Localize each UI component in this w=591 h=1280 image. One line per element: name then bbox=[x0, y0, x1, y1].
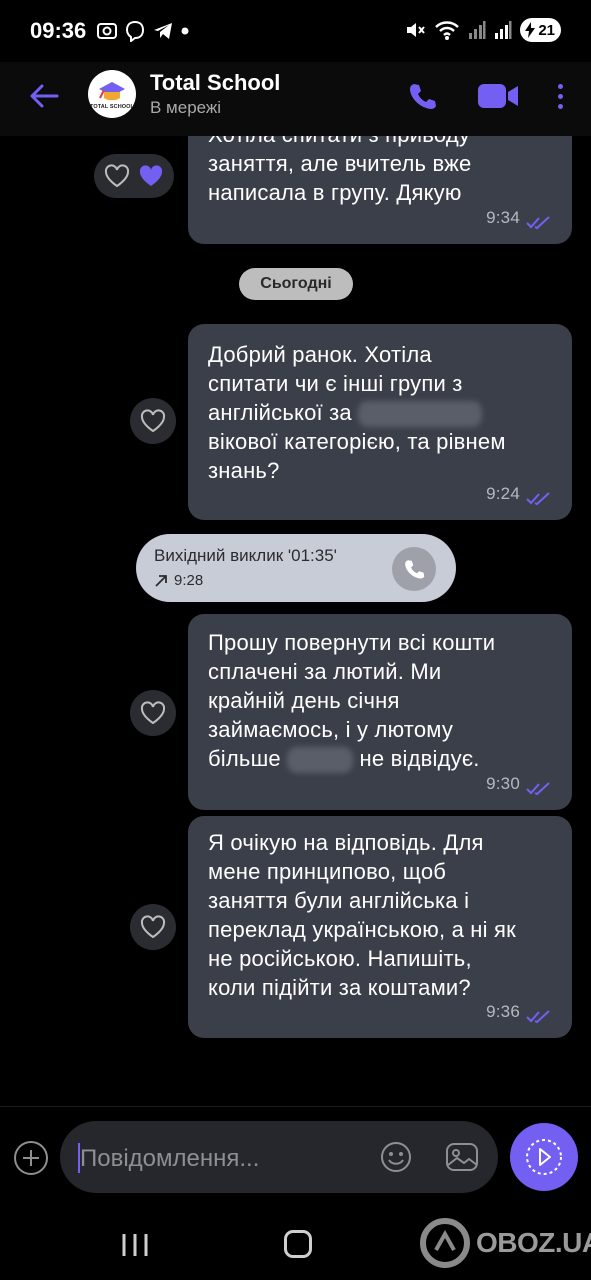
date-separator: Сьогодні bbox=[239, 268, 353, 300]
avatar-text: TOTAL SCHOOL bbox=[90, 103, 134, 110]
viber-icon bbox=[125, 20, 145, 42]
read-ticks-icon bbox=[526, 492, 550, 506]
video-camera-icon bbox=[478, 84, 518, 108]
message-time: 9:36 bbox=[486, 1002, 520, 1021]
heart-outline-icon[interactable] bbox=[104, 164, 130, 188]
school-logo-icon bbox=[99, 81, 125, 100]
contact-status: В мережі bbox=[150, 98, 222, 117]
dot-icon bbox=[557, 83, 563, 89]
home-button[interactable] bbox=[284, 1230, 312, 1258]
status-bar: 09:36 21 bbox=[0, 0, 591, 62]
message-placeholder: Повідомлення... bbox=[80, 1145, 260, 1172]
avatar[interactable]: TOTAL SCHOOL bbox=[88, 70, 136, 118]
message-time: 9:34 bbox=[486, 208, 520, 227]
watermark-mark-icon bbox=[434, 1230, 456, 1251]
dot-icon bbox=[181, 27, 189, 35]
watermark-logo-icon bbox=[420, 1218, 470, 1268]
message-text: Прошу повернути всі кошти сплачені за лю… bbox=[208, 628, 554, 774]
call-log-card[interactable]: Вихідний виклик '01:35' 9:28 bbox=[136, 534, 456, 602]
chat-history[interactable]: Хотіла спитати з приводу заняття, але вч… bbox=[0, 136, 591, 1106]
image-icon bbox=[446, 1143, 478, 1171]
contact-name[interactable]: Total School bbox=[150, 70, 280, 96]
heart-outline-icon bbox=[140, 915, 166, 939]
battery-indicator: 21 bbox=[520, 18, 561, 42]
dot-icon bbox=[557, 93, 563, 99]
status-time: 09:36 bbox=[30, 18, 87, 43]
heart-outline-icon bbox=[140, 701, 166, 725]
dot-icon bbox=[557, 103, 563, 109]
read-ticks-icon bbox=[526, 216, 550, 230]
redacted-text bbox=[358, 401, 483, 428]
message-time: 9:30 bbox=[486, 774, 520, 793]
call-title: Вихідний виклик '01:35' bbox=[154, 546, 337, 565]
smiley-icon bbox=[381, 1142, 411, 1172]
message-time: 9:24 bbox=[486, 484, 520, 503]
redacted-text bbox=[287, 747, 354, 774]
wifi-icon bbox=[435, 21, 460, 40]
read-ticks-icon bbox=[526, 782, 550, 796]
call-time: 9:28 bbox=[174, 572, 204, 589]
message-bubble[interactable]: Добрий ранок. Хотіла спитати чи є інші г… bbox=[188, 324, 572, 520]
phone-icon bbox=[410, 84, 436, 109]
system-navigation-bar: OBOZ.UA bbox=[0, 1214, 591, 1280]
phone-icon bbox=[405, 560, 425, 579]
send-icon bbox=[526, 1139, 562, 1175]
call-back-button[interactable] bbox=[392, 547, 436, 591]
like-button[interactable] bbox=[130, 690, 176, 736]
like-button[interactable] bbox=[130, 904, 176, 950]
message-bubble[interactable]: Хотіла спитати з приводу заняття, але вч… bbox=[188, 136, 572, 244]
watermark-text: OBOZ.UA bbox=[476, 1227, 591, 1258]
read-ticks-icon bbox=[526, 1010, 550, 1024]
gallery-button[interactable] bbox=[444, 1139, 480, 1175]
system-icons: 21 bbox=[404, 18, 561, 42]
heart-outline-icon bbox=[140, 409, 166, 433]
watermark: OBOZ.UA bbox=[420, 1218, 591, 1268]
message-text: Хотіла спитати з приводу заняття, але вч… bbox=[208, 136, 472, 205]
call-button[interactable] bbox=[402, 76, 442, 116]
emoji-button[interactable] bbox=[378, 1139, 414, 1175]
composer-bar: Повідомлення... bbox=[0, 1106, 591, 1214]
message-text: Я очікую на відповідь. Для мене принципо… bbox=[208, 830, 516, 1000]
outgoing-arrow-icon bbox=[155, 574, 167, 587]
message-text-part: вікової категорією, та рівнем знань? bbox=[208, 429, 506, 484]
more-options-button[interactable] bbox=[548, 76, 572, 116]
chat-header: TOTAL SCHOOL Total School В мережі bbox=[0, 62, 591, 136]
heart-filled-icon[interactable] bbox=[138, 164, 164, 188]
notification-icons bbox=[96, 20, 190, 42]
mute-icon bbox=[407, 23, 426, 37]
call-meta: 9:28 bbox=[154, 572, 203, 589]
signal-icon-2 bbox=[495, 21, 512, 39]
message-text: Добрий ранок. Хотіла спитати чи є інші г… bbox=[208, 340, 554, 485]
plus-icon bbox=[23, 1150, 39, 1166]
message-input[interactable]: Повідомлення... bbox=[60, 1121, 498, 1193]
recent-apps-icon[interactable] bbox=[120, 1232, 150, 1258]
message-text-part: не відвідує. bbox=[353, 746, 480, 771]
message-bubble[interactable]: Я очікую на відповідь. Для мене принципо… bbox=[188, 816, 572, 1038]
video-call-button[interactable] bbox=[474, 76, 522, 116]
battery-level: 21 bbox=[538, 21, 555, 39]
send-button[interactable] bbox=[510, 1123, 578, 1191]
signal-icon-1 bbox=[469, 21, 486, 39]
screenshot-icon bbox=[97, 23, 117, 39]
message-bubble[interactable]: Прошу повернути всі кошти сплачені за лю… bbox=[188, 614, 572, 810]
arrow-left-icon bbox=[30, 84, 59, 108]
telegram-icon bbox=[154, 23, 172, 39]
attach-button[interactable] bbox=[14, 1141, 48, 1175]
back-button[interactable] bbox=[24, 76, 64, 116]
like-button[interactable] bbox=[130, 398, 176, 444]
bolt-icon bbox=[525, 22, 536, 38]
reaction-buttons bbox=[94, 154, 174, 198]
